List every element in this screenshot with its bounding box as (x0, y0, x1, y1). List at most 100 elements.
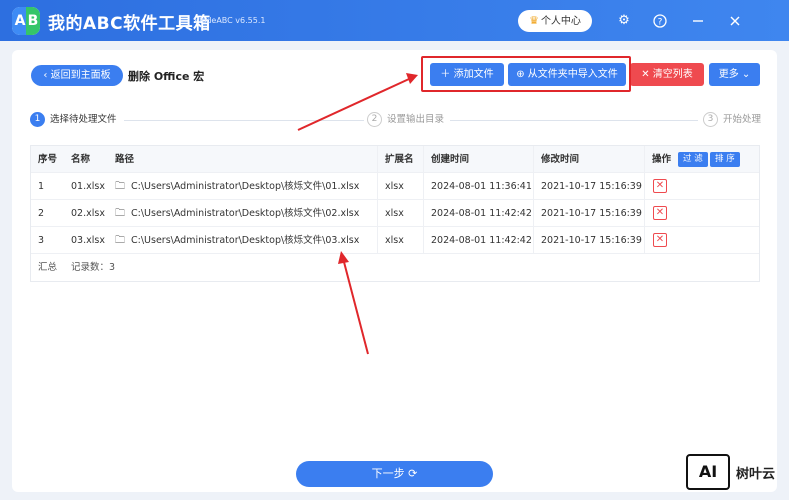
row-ctime: 2024-08-01 11:42:42 (431, 235, 532, 246)
row-name: 02.xlsx (71, 208, 105, 219)
app-version: WodeABC v6.55.1 (194, 16, 266, 25)
row-ext: xlsx (385, 235, 404, 246)
column-divider (423, 200, 424, 227)
chevron-left-icon: ‹ (43, 70, 51, 81)
table-row[interactable]: 3 03.xlsx 🗀 C:\Users\Administrator\Deskto… (31, 227, 759, 254)
filter-button[interactable]: 过 滤 (678, 152, 708, 167)
chevron-down-icon: ⌄ (738, 69, 751, 80)
header-op: 操作 (652, 154, 672, 165)
logo-letter-b: B (26, 7, 40, 35)
step-label: 设置输出目录 (387, 114, 445, 125)
app-title: 我的ABC软件工具箱 (48, 14, 211, 34)
highlight-box (421, 56, 631, 92)
app-logo: A B (12, 7, 40, 35)
close-icon[interactable] (725, 11, 745, 31)
column-divider (423, 227, 424, 254)
row-ctime: 2024-08-01 11:36:41 (431, 181, 532, 192)
header-ext: 扩展名 (385, 154, 414, 165)
crown-icon: ♛ (529, 14, 539, 27)
summary-label: 汇总 (38, 262, 58, 273)
row-idx: 2 (38, 208, 45, 219)
watermark-logo: AI (686, 454, 730, 490)
header-ctime: 创建时间 (431, 154, 470, 165)
column-divider (377, 200, 378, 227)
step-select-files: 1 选择待处理文件 (30, 112, 117, 128)
watermark-text: 树叶云 (736, 467, 776, 482)
header-name: 名称 (71, 154, 91, 165)
row-mtime: 2021-10-17 15:16:39 (541, 181, 642, 192)
personal-center-label: 个人中心 (540, 16, 581, 27)
row-path: 🗀 C:\Users\Administrator\Desktop\核烁文件\01.… (115, 173, 359, 200)
x-icon: ✕ (641, 69, 653, 80)
file-table: 序号 名称 路径 扩展名 创建时间 修改时间 操作 过 滤 排 序 1 01.x… (30, 145, 760, 282)
step-divider (124, 120, 364, 121)
step-number: 2 (367, 112, 382, 127)
step-start-process: 3 开始处理 (703, 112, 761, 128)
path-text: C:\Users\Administrator\Desktop\核烁文件\02.x… (131, 208, 360, 219)
path-text: C:\Users\Administrator\Desktop\核烁文件\03.x… (131, 235, 360, 246)
column-divider (533, 227, 534, 254)
step-divider (450, 120, 698, 121)
row-idx: 1 (38, 181, 45, 192)
row-mtime: 2021-10-17 15:16:39 (541, 208, 642, 219)
back-to-main-button[interactable]: ‹ 返回到主面板 (31, 65, 123, 86)
main-panel: ‹ 返回到主面板 删除 Office 宏 ＋ 添加文件 ⊕ 从文件夹中导入文件 … (12, 50, 777, 492)
path-text: C:\Users\Administrator\Desktop\核烁文件\01.x… (131, 181, 360, 192)
clear-list-label: 清空列表 (652, 69, 693, 80)
header-path: 路径 (115, 154, 135, 165)
folder-icon: 🗀 (115, 181, 125, 192)
column-divider (533, 146, 534, 173)
arrow-right-circle-icon: ⟳ (404, 467, 418, 480)
step-output-dir: 2 设置输出目录 (367, 112, 444, 128)
clear-list-button[interactable]: ✕ 清空列表 (630, 63, 704, 86)
column-divider (423, 173, 424, 200)
folder-icon: 🗀 (115, 208, 125, 219)
column-divider (644, 173, 645, 200)
row-ext: xlsx (385, 181, 404, 192)
column-divider (423, 146, 424, 173)
delete-row-button[interactable]: ✕ (653, 233, 667, 247)
step-number: 1 (30, 112, 45, 127)
row-mtime: 2021-10-17 15:16:39 (541, 235, 642, 246)
sort-button[interactable]: 排 序 (710, 152, 740, 167)
step-label: 选择待处理文件 (50, 114, 117, 125)
column-divider (533, 200, 534, 227)
next-label: 下一步 (371, 467, 405, 480)
table-row[interactable]: 1 01.xlsx 🗀 C:\Users\Administrator\Deskto… (31, 173, 759, 200)
folder-icon: 🗀 (115, 235, 125, 246)
minimize-icon[interactable] (688, 11, 708, 31)
column-divider (377, 227, 378, 254)
table-header: 序号 名称 路径 扩展名 创建时间 修改时间 操作 过 滤 排 序 (31, 146, 759, 173)
row-path: 🗀 C:\Users\Administrator\Desktop\核烁文件\02.… (115, 200, 359, 227)
svg-text:?: ? (658, 18, 663, 28)
more-button[interactable]: 更多 ⌄ (709, 63, 760, 86)
step-label: 开始处理 (723, 114, 762, 125)
header-idx: 序号 (38, 154, 58, 165)
column-divider (377, 146, 378, 173)
gear-icon[interactable]: ⚙ (614, 11, 634, 31)
column-divider (644, 146, 645, 173)
page-title: 删除 Office 宏 (128, 70, 205, 83)
delete-row-button[interactable]: ✕ (653, 206, 667, 220)
column-divider (644, 200, 645, 227)
header-mtime: 修改时间 (541, 154, 580, 165)
row-path: 🗀 C:\Users\Administrator\Desktop\核烁文件\03.… (115, 227, 359, 254)
column-divider (644, 227, 645, 254)
watermark: AI 树叶云 (686, 454, 778, 490)
step-number: 3 (703, 112, 718, 127)
delete-row-button[interactable]: ✕ (653, 179, 667, 193)
table-row[interactable]: 2 02.xlsx 🗀 C:\Users\Administrator\Deskto… (31, 200, 759, 227)
back-label: 返回到主面板 (50, 70, 111, 81)
more-label: 更多 (718, 69, 739, 80)
row-ctime: 2024-08-01 11:42:42 (431, 208, 532, 219)
help-icon[interactable]: ? (650, 11, 670, 31)
title-bar: A B 我的ABC软件工具箱 WodeABC v6.55.1 ♛ 个人中心 ⚙ ? (0, 0, 789, 41)
personal-center-button[interactable]: ♛ 个人中心 (518, 10, 592, 32)
column-divider (533, 173, 534, 200)
summary-count: 记录数：3 (71, 262, 116, 273)
row-idx: 3 (38, 235, 45, 246)
row-ext: xlsx (385, 208, 404, 219)
row-name: 03.xlsx (71, 235, 105, 246)
next-step-button[interactable]: 下一步 ⟳ (296, 461, 493, 487)
row-name: 01.xlsx (71, 181, 105, 192)
